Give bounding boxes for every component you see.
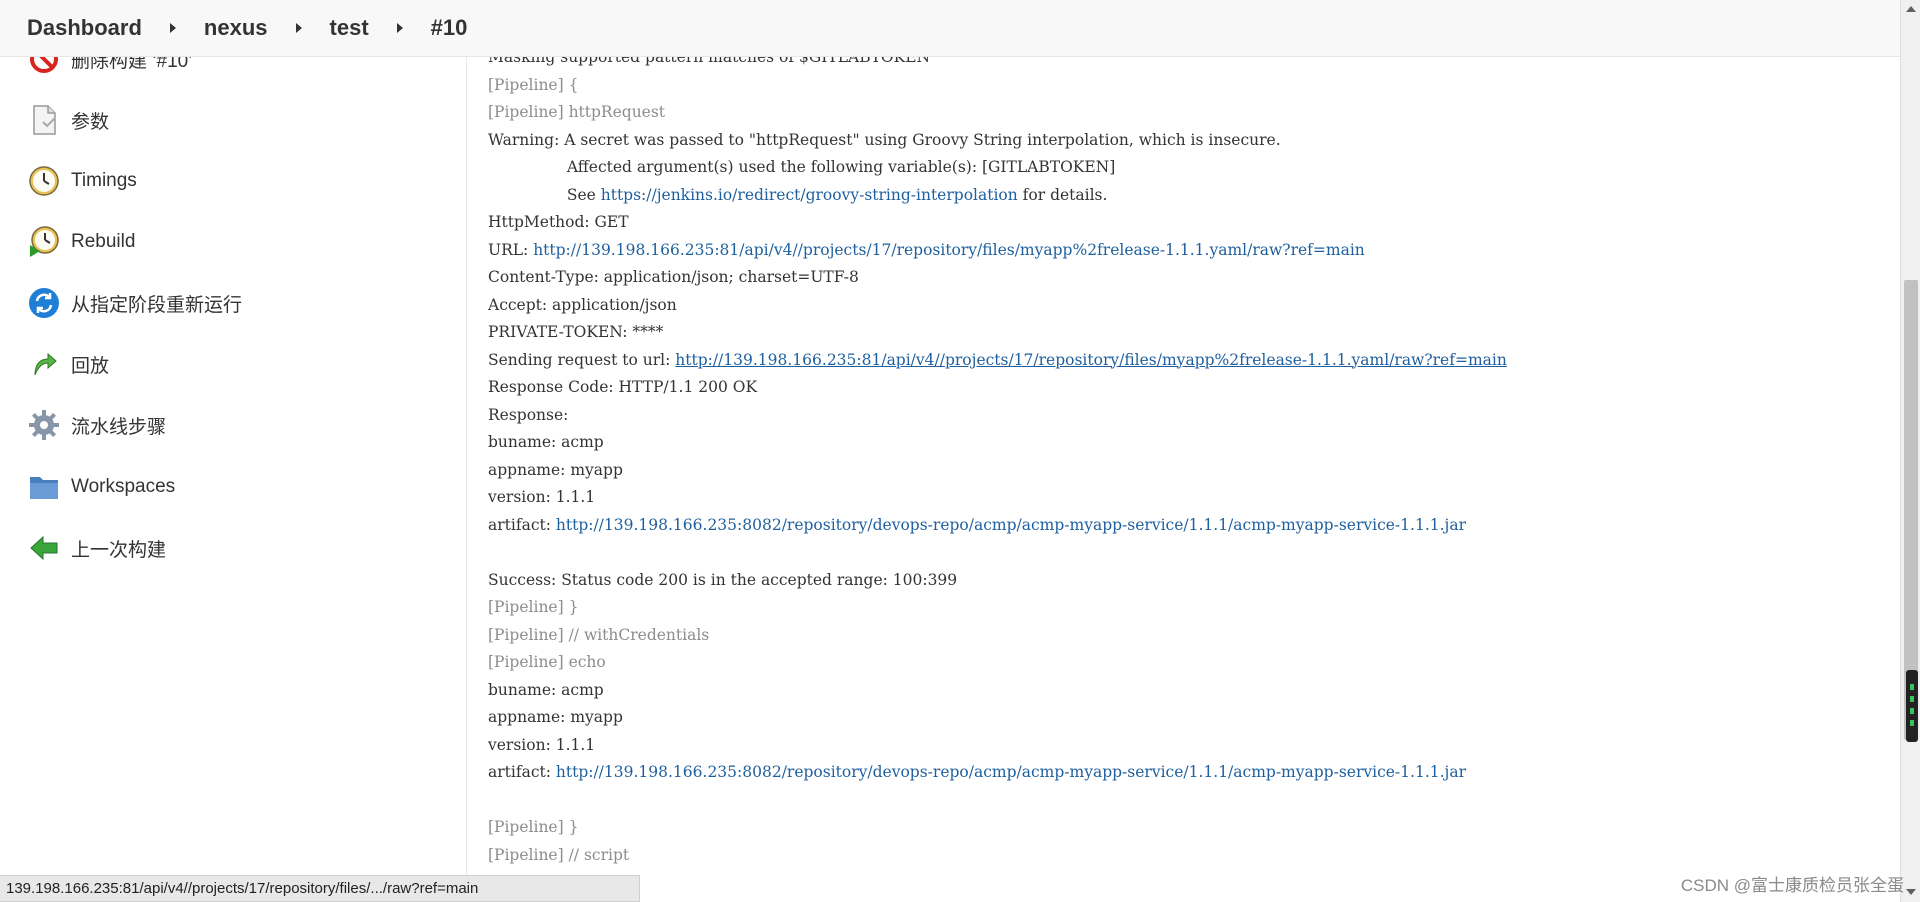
- sidebar-item-label: 从指定阶段重新运行: [71, 294, 243, 316]
- sidebar-item-label: 上一次构建: [71, 539, 167, 561]
- scroll-down-icon[interactable]: [1906, 889, 1916, 895]
- console-line: [Pipeline] // withCredentials: [488, 625, 710, 644]
- console-line: appname: myapp: [488, 460, 623, 479]
- sidebar-item-parameters[interactable]: 参数: [27, 100, 109, 140]
- console-line: Sending request to url: http://139.198.1…: [488, 349, 1507, 371]
- sidebar-item-label: 流水线步骤: [71, 416, 167, 438]
- console-line: [Pipeline] {: [488, 75, 579, 94]
- console-line: artifact: http://139.198.166.235:8082/re…: [488, 761, 1466, 783]
- vertical-scrollbar[interactable]: [1900, 0, 1920, 902]
- console-link[interactable]: https://jenkins.io/redirect/groovy-strin…: [601, 186, 1018, 204]
- sidebar-item-label: Workspaces: [71, 476, 176, 497]
- console-line-text: artifact:: [488, 763, 556, 781]
- console-output: Masking supported pattern matches of $GI…: [488, 0, 1888, 902]
- sidebar-item-pipeline-steps[interactable]: 流水线步骤: [27, 405, 166, 445]
- console-line: Affected argument(s) used the following …: [488, 158, 1116, 176]
- sidebar-item-restart-from-stage[interactable]: 从指定阶段重新运行: [27, 283, 242, 323]
- console-line: [Pipeline] }: [488, 598, 579, 616]
- sidebar-item-label: 回放: [71, 355, 110, 377]
- console-line: [Pipeline] httpRequest: [488, 103, 666, 121]
- breadcrumb-dashboard[interactable]: Dashboard: [27, 15, 142, 41]
- console-line: version: 1.1.1: [488, 488, 596, 506]
- scroll-position-marker-icon: [1906, 670, 1918, 742]
- document-icon: [27, 103, 61, 137]
- sidebar-item-label: Rebuild: [71, 231, 136, 252]
- console-line: artifact: http://139.198.166.235:8082/re…: [488, 514, 1466, 536]
- console-line: buname: acmp: [488, 680, 604, 699]
- folder-icon: [27, 470, 61, 504]
- console-line: URL: http://139.198.166.235:81/api/v4//p…: [488, 239, 1365, 261]
- breadcrumb-separator-icon[interactable]: [396, 23, 403, 33]
- sidebar-item-label: Timings: [71, 170, 137, 191]
- sidebar-item-replay[interactable]: 回放: [27, 344, 109, 384]
- breadcrumb: Dashboard nexus test #10: [0, 0, 1900, 57]
- console-line-text: Sending request to url:: [488, 350, 676, 369]
- link-status-bar: 139.198.166.235:81/api/v4//projects/17/r…: [0, 875, 640, 902]
- console-line: version: 1.1.1: [488, 735, 596, 754]
- console-line: See https://jenkins.io/redirect/groovy-s…: [488, 184, 1108, 206]
- console-line: Warning: A secret was passed to "httpReq…: [488, 130, 1281, 149]
- sidebar-item-label: 参数: [71, 111, 110, 133]
- refresh-icon: [27, 286, 61, 320]
- console-line: Accept: application/json: [488, 295, 677, 314]
- console-line-text: See: [488, 185, 601, 204]
- console-line: Response:: [488, 405, 569, 424]
- replay-arrow-icon: [27, 347, 61, 381]
- console-line-text: URL:: [488, 240, 534, 259]
- console-link[interactable]: http://139.198.166.235:81/api/v4//projec…: [675, 351, 1507, 369]
- console-line-text: artifact:: [488, 515, 556, 534]
- console-line: HttpMethod: GET: [488, 213, 629, 231]
- console-link[interactable]: http://139.198.166.235:81/api/v4//projec…: [533, 241, 1365, 259]
- breadcrumb-test[interactable]: test: [330, 15, 369, 41]
- watermark: CSDN @富士康质检员张全蛋: [1680, 876, 1904, 895]
- breadcrumb-separator-icon[interactable]: [295, 23, 302, 33]
- console-line: Content-Type: application/json; charset=…: [488, 268, 859, 286]
- sidebar-item-timings[interactable]: Timings: [27, 161, 137, 201]
- console-line-text: for details.: [1017, 185, 1108, 204]
- sidebar-item-previous-build[interactable]: 上一次构建: [27, 528, 166, 568]
- console-line: [Pipeline] }: [488, 818, 579, 836]
- console-line: appname: myapp: [488, 708, 623, 726]
- back-arrow-icon: [27, 531, 61, 565]
- breadcrumb-separator-icon[interactable]: [169, 23, 176, 33]
- console-line: Response Code: HTTP/1.1 200 OK: [488, 378, 758, 396]
- breadcrumb-nexus[interactable]: nexus: [204, 15, 268, 41]
- console-link[interactable]: http://139.198.166.235:8082/repository/d…: [556, 516, 1466, 534]
- sidebar-item-workspaces[interactable]: Workspaces: [27, 467, 175, 507]
- console-line: [Pipeline] echo: [488, 653, 606, 671]
- sidebar-item-rebuild[interactable]: Rebuild: [27, 222, 135, 262]
- scroll-up-icon[interactable]: [1906, 6, 1916, 12]
- console-line: [Pipeline] // script: [488, 845, 630, 864]
- rebuild-clock-icon: [27, 225, 61, 259]
- clock-icon: [27, 164, 61, 198]
- gear-icon: [27, 408, 61, 442]
- console-link[interactable]: http://139.198.166.235:8082/repository/d…: [556, 763, 1466, 781]
- console-line: PRIVATE-TOKEN: ****: [488, 323, 664, 341]
- breadcrumb-build-10[interactable]: #10: [431, 15, 468, 41]
- console-line: buname: acmp: [488, 433, 604, 451]
- sidebar: 删除构建 ‘#10’ 参数 Timings Rebuild 从指定阶段重新运行 …: [0, 0, 467, 902]
- console-line: Success: Status code 200 is in the accep…: [488, 570, 958, 589]
